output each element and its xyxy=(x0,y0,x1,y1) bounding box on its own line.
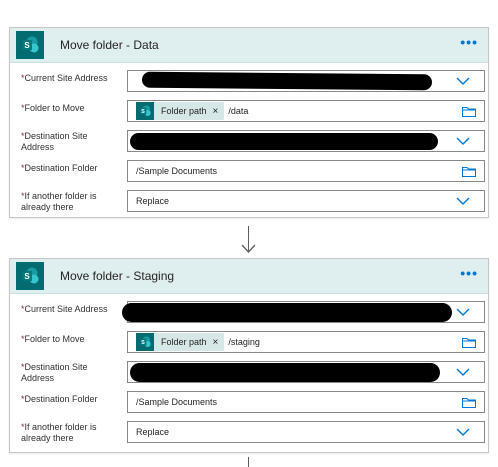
destination-folder-input[interactable]: /Sample Documents xyxy=(127,391,485,413)
action-title: Move folder - Staging xyxy=(60,269,175,283)
sharepoint-icon: S xyxy=(16,262,44,290)
redacted-value xyxy=(130,133,438,150)
destination-folder-input[interactable]: /Sample Documents xyxy=(127,160,485,182)
field-label: *Destination Site Address xyxy=(21,362,88,383)
destination-folder-value: /Sample Documents xyxy=(136,166,218,176)
folder-icon[interactable] xyxy=(462,106,476,117)
destination-site-address-dropdown[interactable] xyxy=(127,361,485,383)
chevron-down-icon[interactable] xyxy=(456,74,470,88)
destination-folder-value: /Sample Documents xyxy=(136,397,218,407)
svg-text:S: S xyxy=(141,340,145,346)
destination-site-address-dropdown[interactable] xyxy=(127,130,485,152)
selected-option: Replace xyxy=(136,427,170,437)
dynamic-content-token[interactable]: S Folder path × xyxy=(136,333,225,351)
chevron-down-icon[interactable] xyxy=(456,305,470,319)
redacted-value xyxy=(122,303,452,322)
remove-token-button[interactable]: × xyxy=(213,337,219,348)
field-label: *Current Site Address xyxy=(21,73,108,83)
folder-to-move-input[interactable]: S Folder path × /staging xyxy=(127,331,485,353)
field-label: *If another folder is already there xyxy=(21,191,97,212)
flow-connector xyxy=(248,457,249,467)
field-label: *If another folder is already there xyxy=(21,422,97,443)
folder-path-suffix: /staging xyxy=(228,337,260,347)
folder-icon[interactable] xyxy=(462,337,476,348)
sharepoint-icon: S xyxy=(136,333,154,351)
action-card-header[interactable]: S Move folder - Data ••• xyxy=(10,28,488,63)
action-card-move-folder-data: S Move folder - Data ••• *Current Site A… xyxy=(9,27,489,218)
field-label: *Current Site Address xyxy=(21,304,108,314)
action-card-move-folder-staging: S Move folder - Staging ••• *Current Sit… xyxy=(9,258,489,453)
action-title: Move folder - Data xyxy=(60,38,159,52)
field-label: *Destination Folder xyxy=(21,394,98,404)
svg-text:S: S xyxy=(141,109,145,115)
more-options-button[interactable]: ••• xyxy=(460,34,478,50)
svg-text:S: S xyxy=(24,272,30,281)
chevron-down-icon[interactable] xyxy=(456,194,470,208)
current-site-address-dropdown[interactable] xyxy=(122,301,485,323)
action-card-header[interactable]: S Move folder - Staging ••• xyxy=(10,259,488,294)
if-folder-exists-dropdown[interactable]: Replace xyxy=(127,190,485,212)
folder-path-suffix: /data xyxy=(228,106,249,116)
chevron-down-icon[interactable] xyxy=(456,134,470,148)
dynamic-content-token[interactable]: S Folder path × xyxy=(136,102,225,120)
selected-option: Replace xyxy=(136,196,170,206)
field-label: *Folder to Move xyxy=(21,334,85,344)
field-label: *Destination Site Address xyxy=(21,131,88,152)
sharepoint-icon: S xyxy=(136,102,154,120)
chevron-down-icon[interactable] xyxy=(456,365,470,379)
token-label: Folder path xyxy=(161,106,207,116)
more-options-button[interactable]: ••• xyxy=(460,265,478,281)
field-label: *Destination Folder xyxy=(21,163,98,173)
redacted-value xyxy=(130,363,440,382)
remove-token-button[interactable]: × xyxy=(213,106,219,117)
token-label: Folder path xyxy=(161,337,207,347)
svg-text:S: S xyxy=(24,41,30,50)
current-site-address-dropdown[interactable] xyxy=(127,70,485,92)
if-folder-exists-dropdown[interactable]: Replace xyxy=(127,421,485,443)
redacted-value xyxy=(141,71,433,91)
chevron-down-icon[interactable] xyxy=(456,425,470,439)
field-label: *Folder to Move xyxy=(21,103,85,113)
folder-icon[interactable] xyxy=(462,166,476,177)
folder-icon[interactable] xyxy=(462,397,476,408)
arrow-down-icon xyxy=(241,244,256,253)
folder-to-move-input[interactable]: S Folder path × /data xyxy=(127,100,485,122)
sharepoint-icon: S xyxy=(16,31,44,59)
